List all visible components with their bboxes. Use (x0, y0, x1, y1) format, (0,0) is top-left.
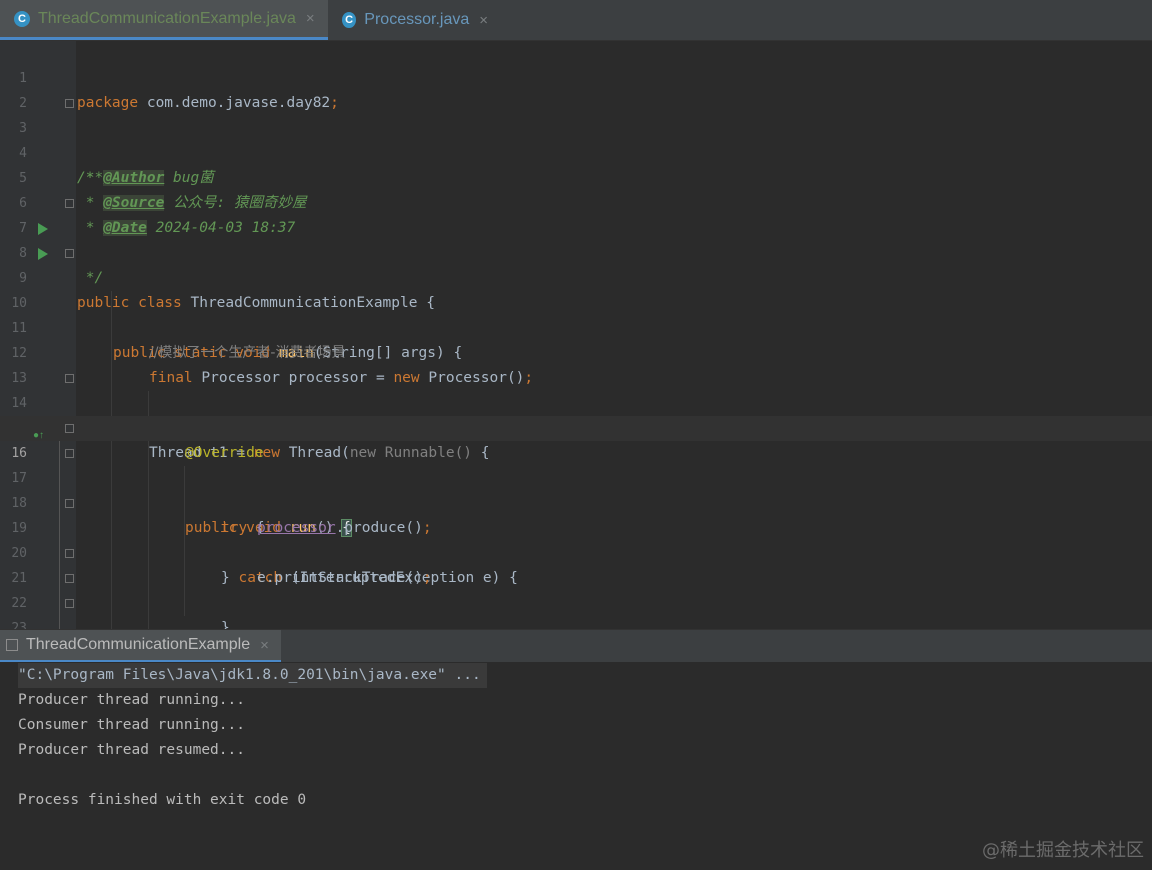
close-icon[interactable]: × (306, 10, 315, 27)
console-output[interactable]: "C:\Program Files\Java\jdk1.8.0_201\bin\… (0, 662, 1152, 870)
console-line: Process finished with exit code 0 (18, 792, 307, 808)
code-line: 5 * @Source 公众号: 猿圈奇妙屋 (19, 171, 307, 211)
fold-icon[interactable] (65, 424, 74, 433)
code-line: 8 public class ThreadCommunicationExampl… (0, 216, 1152, 311)
fold-icon[interactable] (65, 199, 74, 208)
fold-icon[interactable] (65, 249, 74, 258)
tab-label: Processor.java (364, 11, 470, 28)
run-tab-label: ThreadCommunicationExample (26, 636, 251, 653)
code-line-current: 16 ●↑ public void run() { (0, 416, 1152, 537)
run-icon[interactable] (38, 248, 48, 260)
fold-icon[interactable] (65, 549, 74, 558)
class-icon: C (342, 12, 357, 28)
run-tool-window-header: ThreadCommunicationExample × (0, 629, 1152, 663)
console-line: Producer thread resumed... (18, 742, 245, 758)
code-line: 11 //模拟了一个生产者-消费者场景 (11, 321, 346, 361)
tab-label: ThreadCommunicationExample.java (38, 9, 296, 27)
code-line: 19 } catch (InterruptedException e) { (0, 491, 1152, 586)
code-line: 14 Thread t1 = new Thread(new Runnable()… (0, 366, 1152, 461)
code-line: 2 (19, 96, 27, 111)
tab-thread-communication-example[interactable]: C ThreadCommunicationExample.java × (0, 0, 328, 40)
console-line: Consumer thread running... (18, 717, 245, 733)
code-line: 23 }); (0, 591, 1152, 629)
fold-icon[interactable] (65, 374, 74, 383)
code-line: 20 e.printStackTrace(); (11, 546, 432, 586)
editor-tab-bar: C ThreadCommunicationExample.java × C Pr… (0, 0, 1152, 41)
code-line: 3 /** (0, 91, 1152, 186)
run-icon[interactable] (38, 223, 48, 235)
watermark: @稀土掘金技术社区 (982, 840, 1144, 861)
code-line: 13 (11, 371, 27, 386)
code-line: 21 } (0, 541, 1152, 629)
code-line: 9 public static void main(String[] args)… (0, 241, 1152, 361)
tab-processor[interactable]: C Processor.java × (328, 0, 498, 40)
code-line: 17 try { (0, 441, 1152, 536)
code-line: 12 final Processor processor = new Proce… (11, 346, 534, 386)
code-line: 6 * @Date 2024-04-03 18:37 (19, 196, 296, 236)
window-icon (6, 639, 18, 651)
console-line: Producer thread running... (18, 692, 245, 708)
code-line: 10 (11, 296, 27, 311)
code-editor[interactable]: 1 package com.demo.javase.day82; 2 3 /**… (0, 41, 1152, 629)
fold-icon[interactable] (65, 449, 74, 458)
code-line: 1 package com.demo.javase.day82; (19, 71, 339, 111)
code-line: 22 } (0, 566, 1152, 611)
code-line: 18 processor.produce(); (11, 496, 432, 536)
close-icon[interactable]: × (479, 12, 488, 29)
code-line: 7 */ (0, 191, 1152, 286)
code-line: 15 @Override (11, 421, 264, 461)
fold-icon[interactable] (65, 599, 74, 608)
tab-run-config[interactable]: ThreadCommunicationExample × (0, 630, 281, 663)
fold-icon[interactable] (65, 574, 74, 583)
code-line: 24 (0, 616, 1152, 629)
code-line: 4 * @Author bug菌 (19, 146, 214, 186)
fold-icon[interactable] (65, 99, 74, 108)
class-icon: C (14, 10, 30, 27)
close-icon[interactable]: × (260, 637, 269, 654)
console-line: "C:\Program Files\Java\jdk1.8.0_201\bin\… (18, 663, 487, 688)
fold-icon[interactable] (65, 499, 74, 508)
